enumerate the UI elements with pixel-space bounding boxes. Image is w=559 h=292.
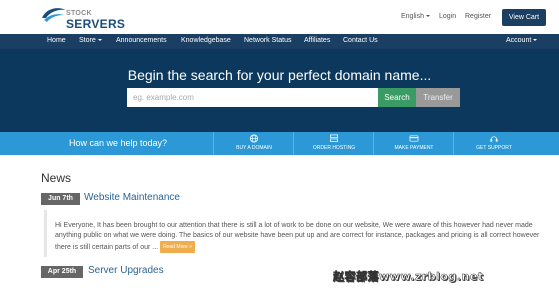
nav-item-affiliates[interactable]: Affiliates (304, 37, 330, 44)
server-stack-icon (330, 134, 338, 143)
get-support-link[interactable]: GET SUPPORT (453, 132, 533, 155)
logo-text-servers: SERVERS (66, 17, 126, 31)
brand-logo[interactable]: STOCK SERVERS (40, 6, 130, 31)
help-prompt: How can we help today? (69, 138, 168, 148)
post-excerpt: Hi Everyone, It has been brought to our … (44, 210, 550, 257)
nav-item-contact-us[interactable]: Contact Us (343, 37, 378, 44)
help-bar: How can we help today? BUY A DOMAIN ORDE… (0, 132, 559, 155)
make-payment-link[interactable]: MAKE PAYMENT (373, 132, 453, 155)
transfer-button[interactable]: Transfer (416, 88, 460, 107)
order-hosting-label: ORDER HOSTING (312, 145, 356, 151)
chevron-down-icon (425, 15, 430, 18)
news-heading: News (41, 171, 72, 185)
chevron-down-icon (533, 39, 538, 42)
nav-item-account[interactable]: Account (506, 37, 538, 44)
nav-item-announcements[interactable]: Announcements (116, 37, 167, 44)
read-more-button[interactable]: Read More » (160, 241, 195, 253)
get-support-label: GET SUPPORT (476, 145, 512, 151)
make-payment-label: MAKE PAYMENT (394, 145, 434, 151)
watermark-text: 赵容部落www.zrblog.net (333, 270, 484, 284)
nav-item-store[interactable]: Store (79, 37, 102, 44)
order-hosting-link[interactable]: ORDER HOSTING (293, 132, 373, 155)
domain-search-hero: Begin the search for your perfect domain… (0, 49, 559, 132)
nav-item-account-label: Account (506, 37, 532, 44)
logo-text-stock: STOCK (66, 10, 92, 17)
post-title-link[interactable]: Website Maintenance (84, 192, 180, 203)
support-icon (490, 136, 498, 142)
nav-item-knowledgebase[interactable]: Knowledgebase (181, 37, 231, 44)
main-nav: Home Store Announcements Knowledgebase N… (0, 34, 559, 49)
login-link[interactable]: Login (439, 13, 456, 20)
post-excerpt-text: Hi Everyone, It has been brought to our … (55, 222, 540, 251)
chevron-down-icon (97, 39, 102, 42)
register-link[interactable]: Register (465, 13, 491, 20)
buy-domain-label: BUY A DOMAIN (236, 145, 272, 151)
domain-search-input[interactable]: eg. example.com (127, 88, 378, 107)
language-label: English (401, 13, 424, 20)
globe-icon (249, 134, 259, 143)
buy-domain-link[interactable]: BUY A DOMAIN (213, 132, 293, 155)
top-bar: STOCK SERVERS English Login Register Vie… (0, 0, 559, 34)
post-title-link[interactable]: Server Upgrades (88, 265, 164, 276)
post-date-badge: Apr 25th (41, 266, 83, 278)
nav-item-store-label: Store (79, 37, 96, 44)
nav-item-home[interactable]: Home (47, 37, 66, 44)
language-selector[interactable]: English (401, 13, 430, 20)
view-cart-button[interactable]: View Cart (502, 9, 546, 26)
nav-item-network-status[interactable]: Network Status (244, 37, 291, 44)
credit-card-icon (409, 135, 419, 142)
post-date-badge: Jun 7th (41, 193, 80, 205)
search-button[interactable]: Search (378, 88, 416, 107)
logo-swoosh-icon (42, 8, 66, 22)
hero-title: Begin the search for your perfect domain… (127, 67, 432, 83)
